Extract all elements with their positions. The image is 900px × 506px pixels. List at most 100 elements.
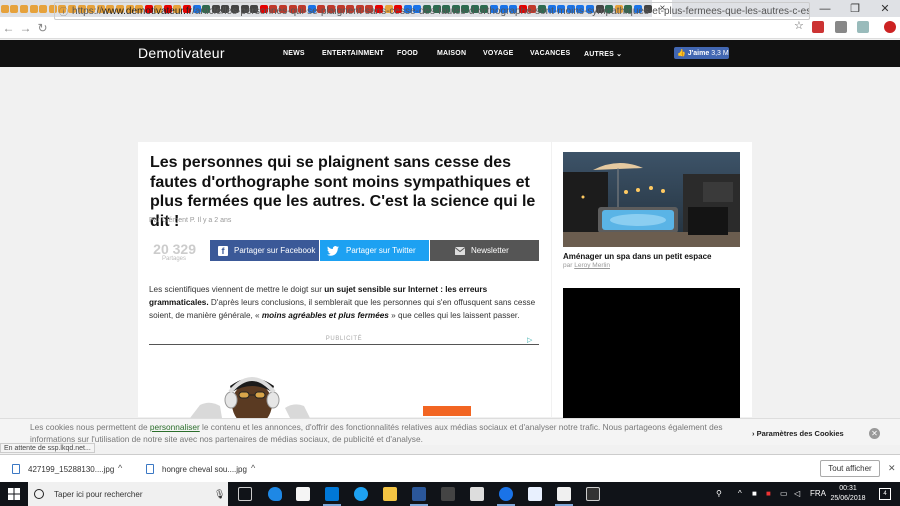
extension-icon[interactable]	[835, 21, 847, 33]
minimize-button[interactable]: —	[810, 0, 840, 17]
volume-icon[interactable]: ◁	[794, 489, 800, 498]
status-bubble: En attente de ssp.lkqd.net...	[0, 443, 95, 453]
share-facebook-button[interactable]: f Partager sur Facebook	[210, 240, 319, 261]
chrome-icon[interactable]	[325, 487, 339, 501]
spa-card-image[interactable]	[563, 152, 740, 247]
pinned-tab[interactable]	[19, 2, 29, 15]
share-count-label: Partages	[161, 256, 186, 262]
people-icon[interactable]: ⚲	[716, 489, 722, 498]
file-explorer-icon[interactable]	[383, 487, 397, 501]
newsletter-button[interactable]: Newsletter	[430, 240, 539, 261]
share-facebook-label: Partager sur Facebook	[234, 246, 316, 255]
cookie-settings-button[interactable]: › Paramètres des Cookies	[752, 429, 844, 438]
close-download-shelf-icon[interactable]: ✕	[888, 463, 896, 474]
pinned-tab[interactable]	[0, 2, 10, 15]
video-ad-block[interactable]	[563, 288, 740, 418]
extension-icon[interactable]	[857, 21, 869, 33]
facebook-like-button[interactable]: 👍 J'aime 3,3 M	[674, 47, 729, 59]
pinned-tab[interactable]	[29, 2, 39, 15]
sponsor-prefix: par	[563, 262, 573, 269]
photos-icon[interactable]	[586, 487, 600, 501]
ad-cta-block[interactable]	[423, 406, 471, 416]
windows-start-icon[interactable]	[8, 488, 20, 500]
edge-icon[interactable]	[268, 487, 282, 501]
pinned-tab[interactable]	[38, 2, 48, 15]
window-controls: — ❐ ✕	[810, 0, 900, 17]
spa-card-title[interactable]: Aménager un spa dans un petit espace	[563, 252, 711, 261]
tray-icon[interactable]: ■	[752, 489, 757, 498]
share-twitter-button[interactable]: Partager sur Twitter	[320, 240, 429, 261]
author-link[interactable]: Clément P.	[162, 217, 196, 224]
task-view-icon[interactable]	[238, 487, 252, 501]
envelope-icon	[455, 246, 465, 256]
article-byline: Par Clément P. Il y a 2 ans	[149, 217, 231, 224]
favicon-icon	[10, 4, 19, 13]
battery-icon[interactable]: ▭	[780, 489, 788, 498]
mail-icon[interactable]	[470, 487, 484, 501]
language-indicator[interactable]: FRA	[810, 489, 826, 498]
forward-icon[interactable]: →	[17, 18, 34, 38]
nav-vacances[interactable]: VACANCES	[530, 50, 570, 57]
taskbar-search[interactable]: Taper ici pour rechercher	[28, 482, 228, 506]
nav-entertainment[interactable]: ENTERTAINMENT	[322, 50, 384, 57]
chevron-up-icon[interactable]: ^	[251, 463, 255, 473]
para-text: Les scientifiques viennent de mettre le …	[149, 285, 325, 294]
microphone-icon[interactable]: 🎙	[214, 489, 225, 500]
download-item[interactable]: 427199_15288130....jpg	[12, 461, 114, 477]
share-count: 20 329	[153, 241, 196, 257]
notification-center-icon[interactable]: 4	[879, 488, 891, 500]
sponsor-link[interactable]: Leroy Merlin	[574, 262, 610, 269]
favicon-icon	[0, 4, 9, 13]
site-logo[interactable]: Demotivateur	[138, 45, 225, 61]
back-icon[interactable]: ←	[0, 18, 17, 38]
document-icon[interactable]	[528, 487, 542, 501]
chevron-up-icon[interactable]: ^	[738, 489, 742, 498]
extension-icon[interactable]	[884, 21, 896, 33]
cookie-personalize-link[interactable]: personnaliser	[150, 422, 200, 432]
byline-time: Il y a 2 ans	[197, 217, 232, 224]
maximize-button[interactable]: ❐	[840, 0, 870, 17]
show-all-downloads-button[interactable]: Tout afficher	[820, 460, 880, 477]
nav-autres-label: AUTRES	[584, 51, 614, 58]
para-text: » que celles qui les laissent passer.	[388, 311, 520, 320]
ad-divider	[149, 344, 539, 345]
nav-autres[interactable]: AUTRES ⌄	[584, 50, 622, 58]
cookie-banner: Les cookies nous permettent de personnal…	[0, 418, 900, 445]
download-shelf	[0, 454, 900, 482]
article-paragraph: Les scientifiques viennent de mettre le …	[149, 283, 539, 322]
antivirus-icon[interactable]: ■	[766, 489, 771, 498]
chrome-icon[interactable]	[499, 487, 513, 501]
document-icon[interactable]	[557, 487, 571, 501]
cookie-settings-label: Paramètres des Cookies	[756, 429, 844, 438]
nav-voyage[interactable]: VOYAGE	[483, 50, 514, 57]
spa-card-sponsor: par Leroy Merlin	[563, 262, 610, 269]
image-file-icon	[12, 464, 20, 474]
info-icon[interactable]: ⓘ	[59, 5, 68, 18]
para-bold-italic: moins agréables et plus fermées	[261, 311, 389, 320]
extension-icon[interactable]	[812, 21, 824, 33]
ad-image[interactable]	[190, 370, 310, 418]
share-twitter-label: Partager sur Twitter	[346, 246, 416, 255]
download-filename: hongre cheval sou....jpg	[162, 464, 247, 474]
fb-like-count: 3,3 M	[711, 49, 729, 57]
close-window-button[interactable]: ✕	[870, 0, 900, 17]
nav-food[interactable]: FOOD	[397, 50, 418, 57]
adchoices-icon[interactable]: ▷	[527, 336, 535, 344]
favicon-icon	[19, 4, 28, 13]
pinned-tab[interactable]	[10, 2, 20, 15]
word-icon[interactable]	[412, 487, 426, 501]
store-icon[interactable]	[296, 487, 310, 501]
chevron-up-icon[interactable]: ^	[118, 463, 122, 473]
system-clock[interactable]: 00:31 25/06/2018	[828, 484, 868, 504]
download-item[interactable]: hongre cheval sou....jpg	[146, 461, 247, 477]
internet-explorer-icon[interactable]	[354, 487, 368, 501]
nav-maison[interactable]: MAISON	[437, 50, 466, 57]
nav-news[interactable]: NEWS	[283, 50, 305, 57]
app-icon[interactable]	[441, 487, 455, 501]
reload-icon[interactable]: ↻	[34, 18, 51, 38]
bookmark-star-icon[interactable]: ☆	[794, 19, 804, 32]
cookie-close-button[interactable]: ✕	[869, 428, 880, 439]
download-filename: 427199_15288130....jpg	[28, 464, 115, 474]
address-bar[interactable]: ⓘ https://www.demotivateur.fr/article/le…	[54, 2, 810, 20]
cookie-text-part: Les cookies nous permettent de	[30, 422, 150, 432]
